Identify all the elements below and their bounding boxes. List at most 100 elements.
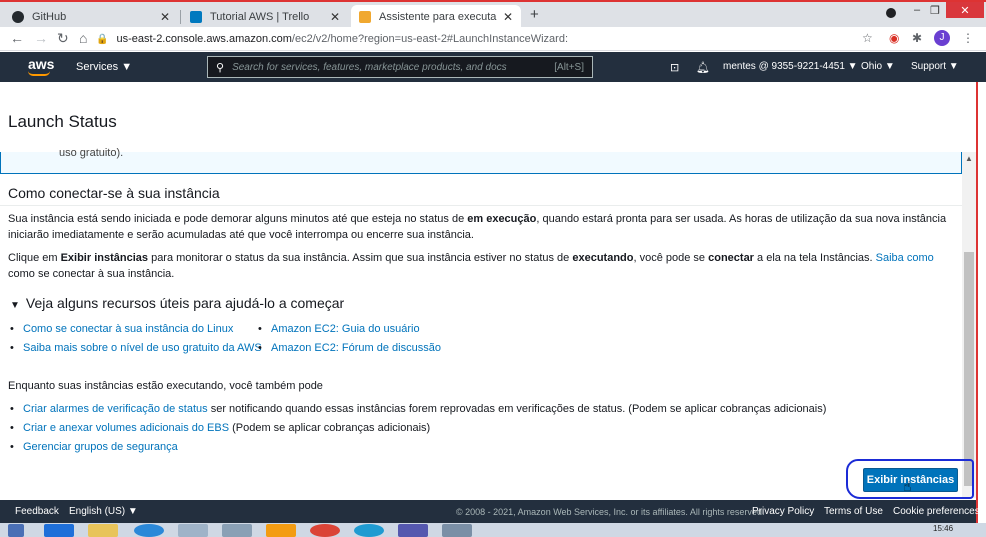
start-icon[interactable] [8,524,24,537]
file-explorer-icon[interactable] [88,524,118,537]
tab-separator [180,10,181,24]
browser-toolbar: ← → ↻ ⌂ 🔒 us-east-2.console.aws.amazon.c… [0,27,986,51]
privacy-policy-link[interactable]: Privacy Policy [752,506,814,517]
close-tab-icon[interactable]: ✕ [160,10,170,24]
tab-title: GitHub [32,11,67,23]
copyright: © 2008 - 2021, Amazon Web Services, Inc.… [456,507,765,517]
close-tab-icon[interactable]: ✕ [503,10,513,24]
windows-taskbar: 15:46 [0,523,986,537]
close-window-icon[interactable]: ✕ [946,2,984,18]
chrome-icon[interactable] [310,524,340,537]
aws-box-icon [359,11,371,23]
cloudshell-icon[interactable]: ⊡ [670,61,679,74]
notifications-bell-icon[interactable]: 🔔︎ [696,61,710,74]
support-menu[interactable]: Support ▼ [911,61,959,72]
kebab-menu-icon[interactable]: ⋮ [962,31,974,45]
section-heading-connect: Como conectar-se à sua instância [8,185,220,201]
tab-aws-wizard[interactable]: Assistente para executar instânci ✕ [351,5,521,29]
aws-smile-icon [28,71,50,76]
feedback-link[interactable]: Feedback [15,506,59,517]
page-scrollbar[interactable]: ▲ [962,152,976,498]
aws-footer: Feedback English (US) ▼ © 2008 - 2021, A… [0,500,980,523]
window-frame [976,82,986,523]
taskbar-app-icon[interactable] [222,524,252,537]
back-arrow-icon[interactable]: ← [10,30,24,46]
resources-list-right: Amazon EC2: Guia do usuário Amazon EC2: … [256,323,441,361]
info-box-fragment: uso gratuito). [0,147,962,174]
scrollbar-thumb[interactable] [964,252,974,486]
main-content: uso gratuito). Como conectar-se à sua in… [0,147,962,498]
link-status-alarms[interactable]: Criar alarmes de verificação de status [23,403,208,415]
restore-icon[interactable]: ❐ [926,2,944,18]
list-item: Criar e anexar volumes adicionais do EBS… [8,422,826,441]
extension-icon[interactable]: ◉ [889,31,899,45]
link-ebs-volumes[interactable]: Criar e anexar volumes adicionais do EBS [23,422,229,434]
tab-title: Assistente para executar instânci [379,11,497,23]
recording-indicator-icon [886,8,896,18]
trello-icon [190,11,202,23]
search-placeholder: Search for services, features, marketpla… [232,61,507,73]
tab-title: Tutorial AWS | Trello [210,11,310,23]
resources-list-left: Como se conectar à sua instância do Linu… [8,323,262,361]
minimize-icon[interactable]: ‒ [908,2,926,18]
puzzle-extensions-icon[interactable]: ✱ [912,31,922,45]
region-menu[interactable]: Ohio ▼ [861,61,895,72]
cookie-preferences-link[interactable]: Cookie preferences [893,506,980,517]
list-item: Amazon EC2: Guia do usuário [256,323,441,342]
aws-logo-text: aws [28,56,55,72]
list-item: Gerenciar grupos de segurança [8,441,826,460]
meanwhile-intro: Enquanto suas instâncias estão executand… [8,380,323,392]
search-icon: ⚲ [216,61,225,74]
page-title: Launch Status [8,112,117,131]
internet-explorer-icon[interactable] [134,524,164,537]
url-path: /ec2/v2/home?region=us-east-2#LaunchInst… [291,33,569,45]
edge-icon[interactable] [354,524,384,537]
forward-arrow-icon[interactable]: → [34,30,48,46]
info-fragment-text: uso gratuito). [59,147,124,159]
language-menu[interactable]: English (US) ▼ [69,506,138,517]
close-tab-icon[interactable]: ✕ [330,10,340,24]
teams-icon[interactable] [398,524,428,537]
aws-logo[interactable]: aws [28,56,55,76]
aws-top-nav: aws Services ▼ ⚲ Search for services, fe… [0,52,986,82]
mouse-cursor-icon: ☝ [903,478,912,494]
scroll-up-icon[interactable]: ▲ [965,154,973,163]
section-heading-resources[interactable]: ▼ Veja alguns recursos úteis para ajudá-l… [10,295,344,311]
link-forum[interactable]: Amazon EC2: Fórum de discussão [271,342,441,354]
learn-how-link[interactable]: Saiba como [876,252,934,264]
account-menu[interactable]: mentes @ 9355-9221-4451 ▼ [723,61,858,72]
link-free-tier[interactable]: Saiba mais sobre o nível de uso gratuito… [23,342,262,354]
page-header: Launch Status [0,82,976,152]
new-tab-button[interactable]: + [530,6,539,23]
list-item: Criar alarmes de verificação de status s… [8,403,826,422]
tab-github[interactable]: GitHub ✕ [4,5,178,29]
link-user-guide[interactable]: Amazon EC2: Guia do usuário [271,323,420,335]
list-item: Como se conectar à sua instância do Linu… [8,323,262,342]
profile-avatar[interactable]: J [934,30,950,46]
link-connect-linux[interactable]: Como se conectar à sua instância do Linu… [23,323,233,335]
terms-of-use-link[interactable]: Terms of Use [824,506,883,517]
browser-tab-bar: GitHub ✕ Tutorial AWS | Trello ✕ Assiste… [0,0,986,29]
services-menu[interactable]: Services ▼ [76,61,132,73]
tab-trello[interactable]: Tutorial AWS | Trello ✕ [182,5,348,29]
lock-icon: 🔒 [96,33,109,45]
home-icon[interactable]: ⌂ [79,30,87,46]
caret-down-icon: ▼ [10,300,20,311]
meanwhile-list: Criar alarmes de verificação de status s… [8,403,826,460]
link-security-groups[interactable]: Gerenciar grupos de segurança [23,441,178,453]
url-host: us-east-2.console.aws.amazon.com [116,33,292,45]
system-clock: 15:46 [933,524,954,533]
bookmark-star-icon[interactable]: ☆ [862,31,873,45]
search-shortcut: [Alt+S] [554,61,584,73]
divider [0,205,962,206]
list-item: Saiba mais sobre o nível de uso gratuito… [8,342,262,361]
search-input[interactable]: ⚲ Search for services, features, marketp… [207,56,593,78]
taskbar-app-icon[interactable] [442,524,472,537]
taskbar-app-icon[interactable] [178,524,208,537]
github-icon [12,11,24,23]
taskbar-app-icon[interactable] [266,524,296,537]
address-bar[interactable]: 🔒 us-east-2.console.aws.amazon.com /ec2/… [96,29,856,49]
resources-heading-text: Veja alguns recursos úteis para ajudá-lo… [25,295,345,311]
taskbar-app-icon[interactable] [44,524,74,537]
reload-icon[interactable]: ↻ [57,30,69,47]
